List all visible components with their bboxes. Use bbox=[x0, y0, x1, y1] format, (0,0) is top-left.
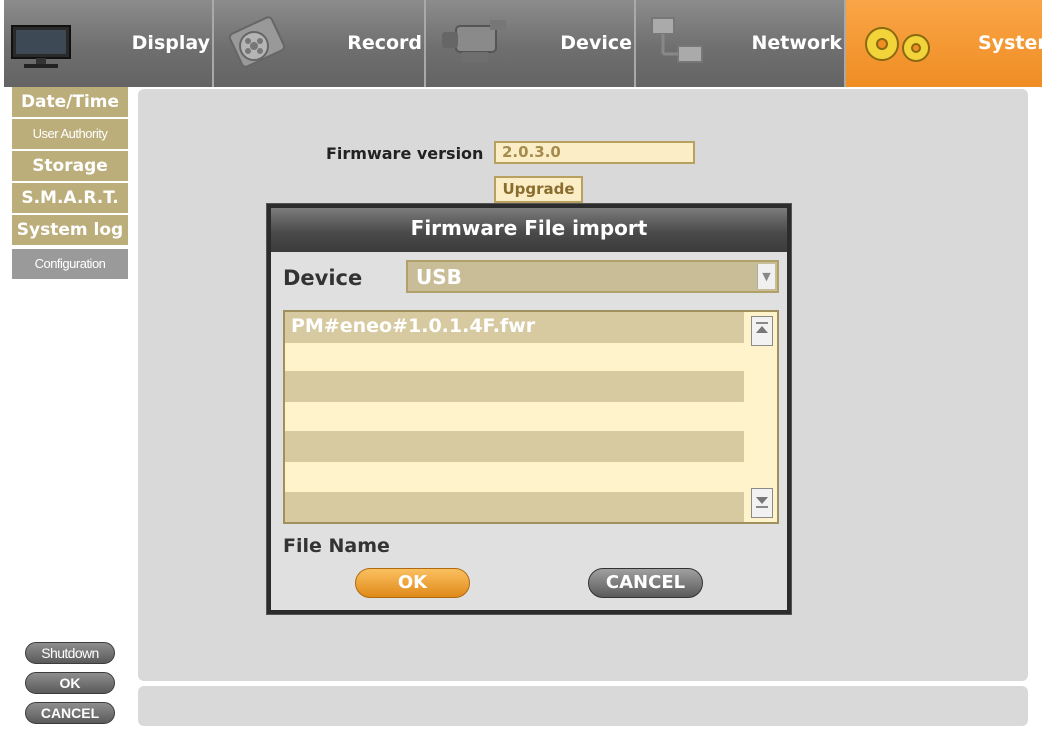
sidebar-item-user-authority[interactable]: User Authority bbox=[12, 119, 128, 151]
sidebar-ok-button[interactable]: OK bbox=[25, 672, 115, 694]
dialog-title: Firmware File import bbox=[271, 208, 787, 252]
dialog-cancel-button[interactable]: CANCEL bbox=[588, 568, 703, 598]
upgrade-button[interactable]: Upgrade bbox=[494, 176, 583, 203]
sidebar-item-storage[interactable]: Storage bbox=[12, 151, 128, 183]
tab-display-label: Display bbox=[131, 32, 210, 54]
scroll-down-icon bbox=[756, 497, 768, 508]
list-item[interactable] bbox=[285, 341, 744, 372]
list-item[interactable] bbox=[285, 461, 744, 492]
sidebar-item-configuration[interactable]: Configuration bbox=[12, 249, 128, 281]
sidebar-cancel-button[interactable]: CANCEL bbox=[25, 702, 115, 724]
dialog-ok-button[interactable]: OK bbox=[355, 568, 470, 598]
tab-system-label: System bbox=[978, 32, 1042, 54]
file-name-text: PM#eneo#1.0.1.4F.fwr bbox=[291, 315, 536, 337]
device-label: Device bbox=[283, 266, 363, 290]
list-item[interactable] bbox=[285, 492, 744, 522]
file-list[interactable]: PM#eneo#1.0.1.4F.fwr bbox=[283, 310, 779, 524]
tab-device[interactable]: Device bbox=[426, 0, 636, 87]
scroll-up-button[interactable] bbox=[751, 316, 773, 346]
gears-icon bbox=[865, 27, 930, 62]
sidebar-item-date-time[interactable]: Date/Time bbox=[12, 87, 128, 119]
tab-system[interactable]: System bbox=[846, 0, 1042, 87]
tab-display[interactable]: Display bbox=[4, 0, 214, 87]
shutdown-button[interactable]: Shutdown bbox=[25, 642, 115, 664]
sidebar-item-system-log[interactable]: System log bbox=[12, 215, 128, 247]
status-bar bbox=[138, 686, 1028, 726]
device-select[interactable]: USB ▼ bbox=[406, 260, 779, 293]
device-select-value: USB bbox=[416, 265, 462, 289]
list-item[interactable]: PM#eneo#1.0.1.4F.fwr bbox=[285, 312, 744, 343]
list-item[interactable] bbox=[285, 431, 744, 462]
firmware-import-dialog: Firmware File import Device USB ▼ PM#ene… bbox=[267, 204, 791, 614]
chevron-down-icon[interactable]: ▼ bbox=[757, 264, 775, 289]
network-icon bbox=[651, 17, 703, 63]
list-item[interactable] bbox=[285, 371, 744, 402]
tab-network[interactable]: Network bbox=[636, 0, 846, 87]
file-name-label: File Name bbox=[283, 535, 390, 557]
film-reel-icon bbox=[228, 16, 286, 68]
tab-network-label: Network bbox=[751, 32, 842, 54]
camcorder-icon bbox=[442, 20, 506, 62]
firmware-version-label: Firmware version bbox=[326, 144, 484, 163]
monitor-icon bbox=[11, 25, 71, 68]
tab-record[interactable]: Record bbox=[214, 0, 426, 87]
list-item[interactable] bbox=[285, 401, 744, 432]
tab-record-label: Record bbox=[347, 32, 422, 54]
tab-device-label: Device bbox=[560, 32, 632, 54]
top-tab-bar: Display Record Device Network Syste bbox=[4, 0, 1042, 87]
scroll-up-icon bbox=[756, 322, 768, 333]
scroll-down-button[interactable] bbox=[751, 488, 773, 518]
firmware-version-field: 2.0.3.0 bbox=[494, 141, 695, 164]
sidebar: Date/Time User Authority Storage S.M.A.R… bbox=[12, 87, 128, 284]
sidebar-item-smart[interactable]: S.M.A.R.T. bbox=[12, 183, 128, 215]
